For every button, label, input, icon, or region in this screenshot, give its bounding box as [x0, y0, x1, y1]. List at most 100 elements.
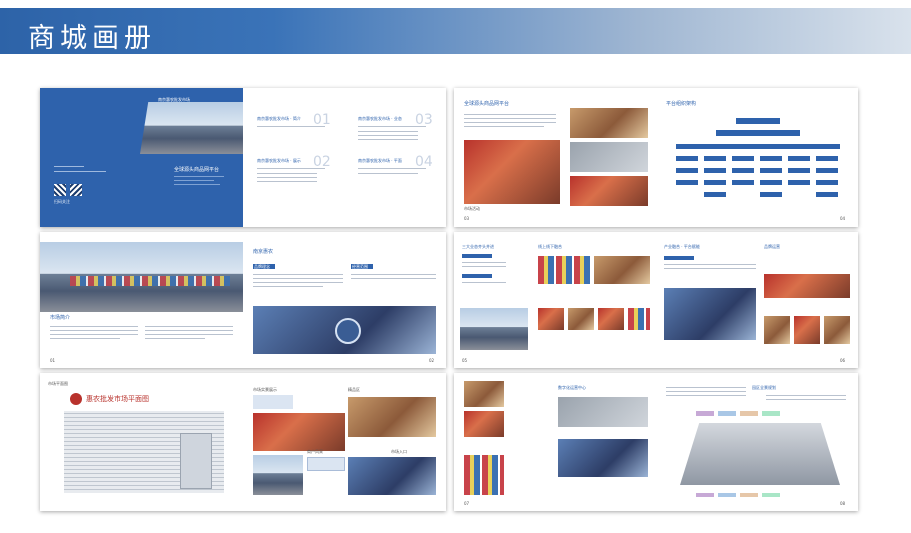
text-line: [351, 278, 436, 279]
section-tag: [664, 256, 694, 260]
plan-legend-4: [762, 411, 780, 416]
text-line: [464, 114, 556, 115]
building-photo: [348, 397, 436, 437]
digital-title: 数字化运营中心: [558, 385, 586, 390]
product-pack: [764, 316, 790, 344]
plan-legend-1: [696, 411, 714, 416]
cover-logo-text: 南京惠农批发市场: [158, 97, 190, 102]
text-line: [145, 334, 233, 335]
brochure-spread-platform[interactable]: 全球源头商品网平台 市场活动 03 平台组织架构 04: [454, 88, 858, 227]
org-node: [816, 156, 838, 161]
product-1: [538, 308, 564, 330]
toc-divider: [358, 139, 418, 140]
plan-label: [740, 493, 758, 497]
text-line: [253, 274, 343, 275]
qr-code: [54, 184, 66, 196]
text-line: [145, 338, 205, 339]
product-2: [568, 308, 594, 330]
food-photo: [464, 411, 504, 437]
event-photo: [764, 274, 850, 298]
text-line: [351, 274, 436, 275]
brochure-spread-display[interactable]: 数字化运营中心 07 园区全景规划 08: [454, 373, 858, 511]
event-photo: [464, 140, 560, 204]
screen-photo: [558, 439, 648, 477]
cover-line: [174, 176, 224, 177]
text-line: [253, 286, 323, 287]
cover-line: [54, 166, 84, 167]
food-photo: [464, 381, 504, 407]
page-number: 04: [840, 216, 846, 221]
caption-3: 商户风采: [307, 449, 323, 454]
plan-title: 惠农批发市场平面图: [86, 395, 149, 403]
planning-title: 园区全景规划: [752, 385, 776, 390]
plan-label: [718, 493, 736, 497]
cover-page: 南京惠农批发市场 全球源头商品网平台 扫码关注: [40, 88, 244, 227]
entrance-photo: [253, 455, 303, 495]
org-node: [732, 180, 754, 185]
org-node: [816, 192, 838, 197]
text-line: [464, 126, 544, 127]
toc-divider: [257, 173, 317, 174]
qr-label: 扫码关注: [54, 199, 70, 204]
product-pack: [794, 316, 820, 344]
org-node: [760, 168, 782, 173]
business-title: 三大业态齐头并进: [462, 244, 494, 249]
caption-2: 精品区: [348, 387, 360, 392]
planning-page: 园区全景规划 08: [656, 373, 858, 511]
intro-left-page: 市场简介 01: [40, 232, 244, 368]
globe-logo: [335, 318, 361, 344]
caption-1: 市场实景展示: [253, 387, 277, 392]
toc-item-1: 南京惠农批发市场 · 简介: [257, 116, 301, 121]
text-line: [464, 118, 556, 119]
cover-line: [174, 180, 214, 181]
product-grid: [464, 455, 504, 495]
shop-photo: [594, 256, 650, 284]
intro-section-label: 市场简介: [50, 315, 71, 321]
cover-line: [54, 171, 106, 172]
industry-page: 产业融合 · 平台赋能 品牌运营 06: [656, 232, 858, 368]
brochure-spread-business[interactable]: 三大业态齐头并进 线上线下融合 05 产业融合 · 平台赋能 品牌运营 06: [454, 232, 858, 368]
org-node: [676, 180, 698, 185]
product-4: [628, 308, 650, 330]
text-line: [50, 338, 120, 339]
industry-title: 产业融合 · 平台赋能: [664, 244, 700, 249]
text-line: [462, 266, 506, 267]
text-line: [464, 122, 556, 123]
text-line: [462, 262, 506, 263]
header-band: 商城画册: [0, 8, 911, 54]
conference-photo: [664, 288, 756, 340]
caption-4: 市场入口: [391, 449, 407, 454]
business-page: 三大业态齐头并进 线上线下融合 05: [454, 232, 657, 368]
toc-item-3: 南京惠农批发市场 · 展示: [257, 158, 301, 163]
intro-right-page: 南京惠农 品牌理念 经营范围 02: [243, 232, 446, 368]
org-node: [760, 156, 782, 161]
org-node: [732, 156, 754, 161]
page-title: 商城画册: [28, 23, 156, 54]
org-node: [676, 156, 698, 161]
toc-divider: [257, 168, 325, 169]
section-tag: [462, 274, 492, 278]
hall-photo: [558, 397, 648, 427]
cover-main-title: 全球源头商品网平台: [174, 167, 220, 173]
brochure-spread-floorplan[interactable]: 市场平面图 惠农批发市场平面图 市场实景展示 精品区 商户风采 市场入口: [40, 373, 446, 511]
page-number: 03: [464, 216, 470, 221]
text-line: [766, 399, 846, 400]
storefront-photo: [570, 176, 648, 206]
business-subtitle: 线上线下融合: [538, 244, 562, 249]
org-node: [732, 168, 754, 173]
digital-page: 数字化运营中心 07: [454, 373, 657, 511]
org-node: [788, 180, 810, 185]
text-line: [253, 282, 343, 283]
market-storefront: [70, 276, 230, 286]
org-node: [704, 192, 726, 197]
market-exterior-photo: [460, 308, 528, 350]
brochure-spread-intro[interactable]: 市场简介 01 南京惠农 品牌理念 经营范围 02: [40, 232, 446, 368]
floorplan-section-label: 市场平面图: [48, 381, 68, 386]
toc-divider: [358, 131, 418, 132]
cover-line: [174, 184, 220, 185]
toc-divider: [358, 135, 418, 136]
store-interior-photo: [570, 108, 648, 138]
page-number: 05: [462, 358, 468, 363]
text-line: [50, 330, 138, 331]
brochure-spread-cover[interactable]: 南京惠农批发市场 全球源头商品网平台 扫码关注 南京惠农批发市场 · 简介 01…: [40, 88, 446, 227]
